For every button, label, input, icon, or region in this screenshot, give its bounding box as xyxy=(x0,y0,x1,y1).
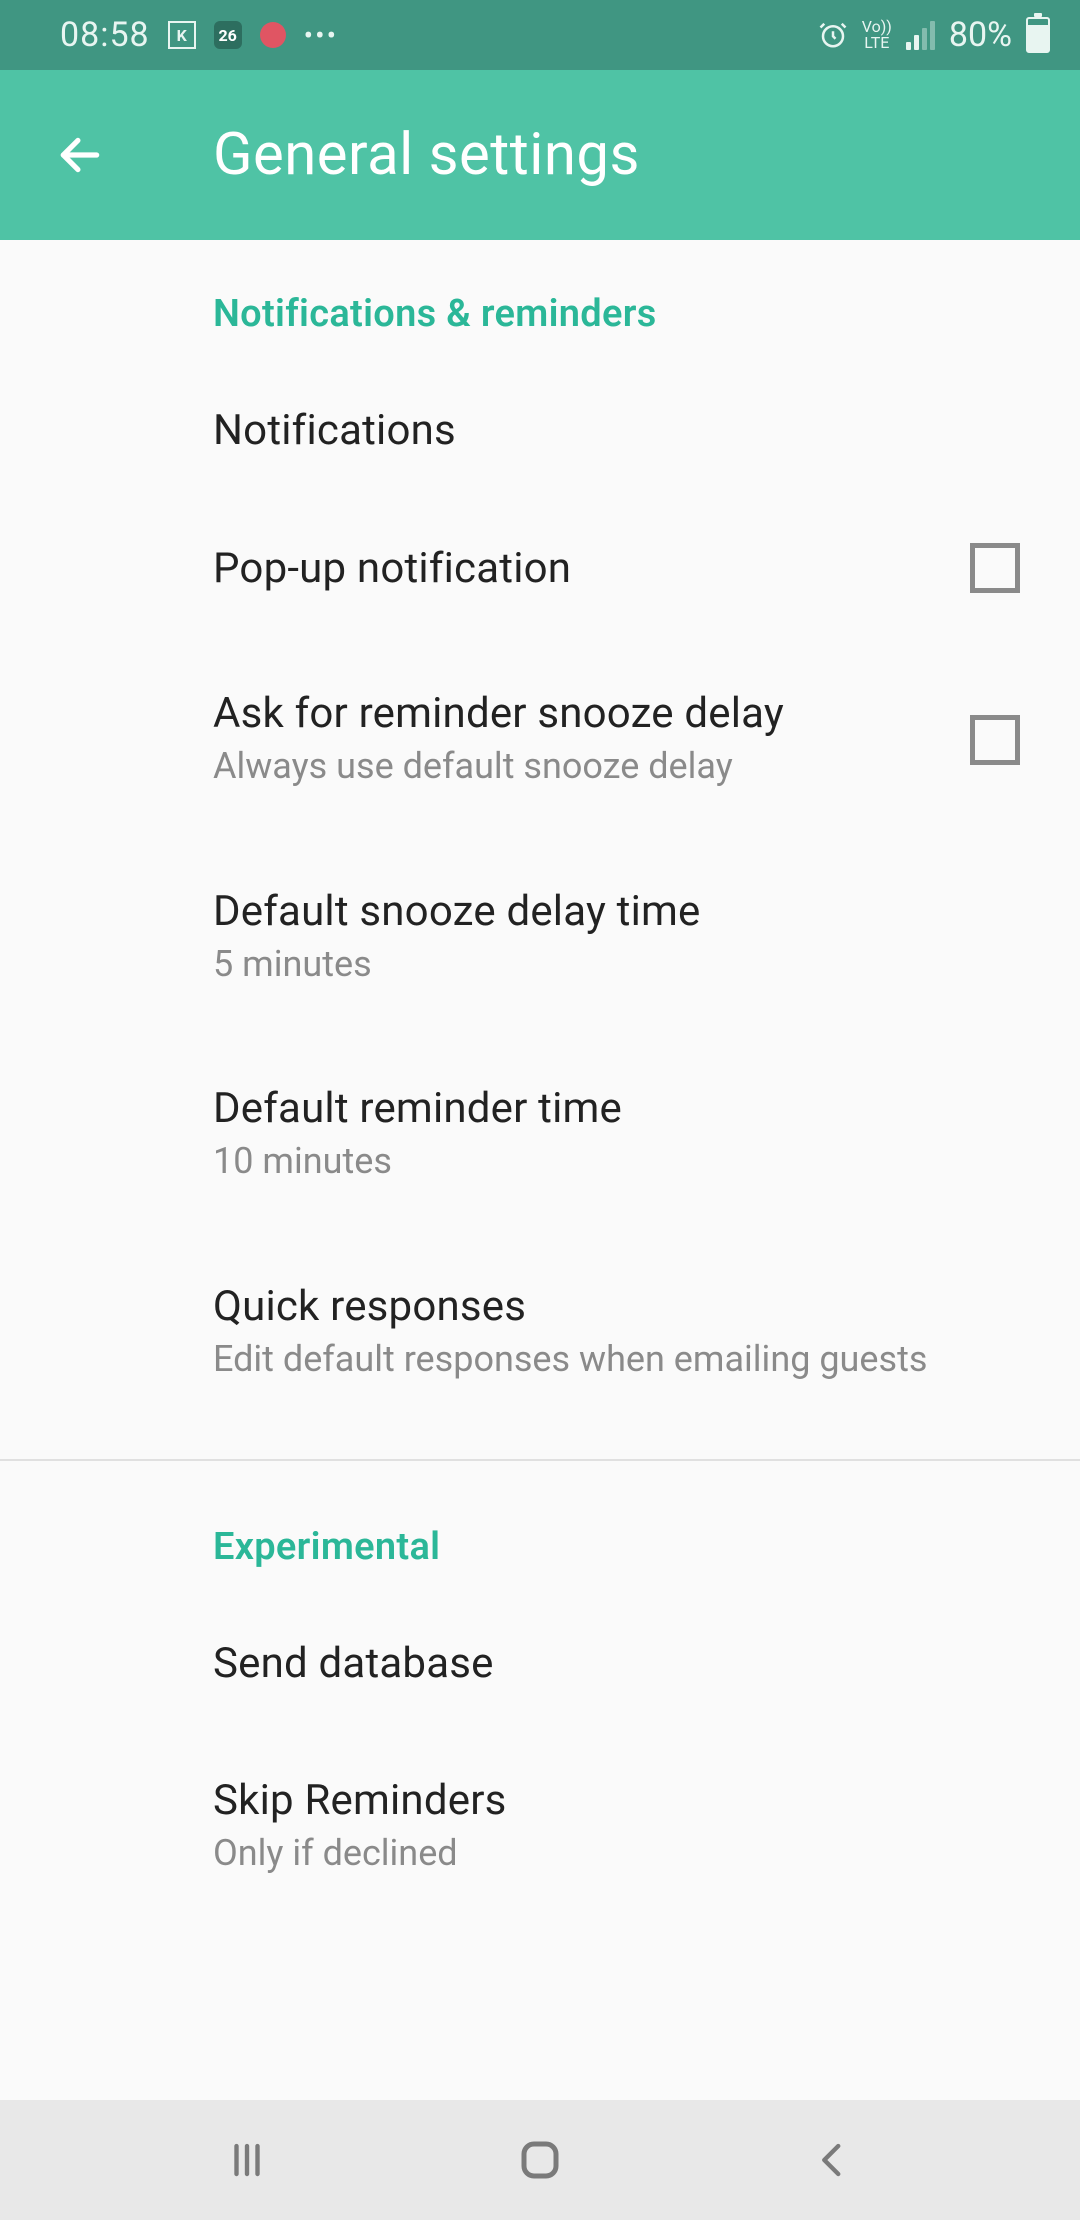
section-header-experimental: Experimental xyxy=(0,1525,1080,1569)
pref-subtitle: Only if declined xyxy=(213,1829,980,1878)
pref-title: Pop-up notification xyxy=(213,544,930,593)
volte-icon: Vo)) LTE xyxy=(862,19,892,51)
pref-quick-responses[interactable]: Quick responses Edit default responses w… xyxy=(0,1234,1080,1442)
page-title: General settings xyxy=(213,121,640,189)
battery-icon xyxy=(1026,17,1050,53)
back-button[interactable] xyxy=(803,2130,863,2190)
signal-icon xyxy=(906,20,935,50)
pref-skip-reminders[interactable]: Skip Reminders Only if declined xyxy=(0,1728,1080,1878)
pref-title: Notifications xyxy=(213,406,980,455)
status-left: 08:58 K 26 ••• xyxy=(60,15,338,55)
pref-title: Ask for reminder snooze delay xyxy=(213,689,930,738)
pref-subtitle: Always use default snooze delay xyxy=(213,742,930,791)
pref-title: Default reminder time xyxy=(213,1084,980,1133)
pref-send-database[interactable]: Send database xyxy=(0,1569,1080,1728)
pref-default-snooze-delay[interactable]: Default snooze delay time 5 minutes xyxy=(0,839,1080,1037)
recents-button[interactable] xyxy=(217,2130,277,2190)
pref-ask-snooze-delay[interactable]: Ask for reminder snooze delay Always use… xyxy=(0,641,1080,839)
calendar-day-icon: 26 xyxy=(214,21,242,49)
pref-notifications[interactable]: Notifications xyxy=(0,336,1080,495)
more-notifications-icon: ••• xyxy=(304,19,338,52)
home-button[interactable] xyxy=(510,2130,570,2190)
system-navigation-bar xyxy=(0,2100,1080,2220)
pref-title: Quick responses xyxy=(213,1282,980,1331)
status-right: Vo)) LTE 80% xyxy=(818,15,1050,55)
back-arrow-icon[interactable] xyxy=(55,130,105,180)
pref-subtitle: Edit default responses when emailing gue… xyxy=(213,1335,980,1384)
pref-popup-notification[interactable]: Pop-up notification xyxy=(0,495,1080,641)
checkbox-popup[interactable] xyxy=(970,543,1020,593)
pref-subtitle: 5 minutes xyxy=(213,940,980,989)
checkbox-ask-snooze[interactable] xyxy=(970,715,1020,765)
pref-title: Skip Reminders xyxy=(213,1776,980,1825)
settings-content: Notifications & reminders Notifications … xyxy=(0,240,1080,1878)
battery-percent: 80% xyxy=(949,15,1012,55)
pref-subtitle: 10 minutes xyxy=(213,1137,980,1186)
recording-icon xyxy=(260,22,286,48)
status-time: 08:58 xyxy=(60,15,150,55)
section-header-notifications: Notifications & reminders xyxy=(0,246,1080,336)
alarm-icon xyxy=(818,20,848,50)
app-indicator-icon: K xyxy=(168,21,196,49)
pref-title: Default snooze delay time xyxy=(213,887,980,936)
pref-title: Send database xyxy=(213,1639,980,1688)
pref-default-reminder-time[interactable]: Default reminder time 10 minutes xyxy=(0,1036,1080,1234)
app-bar: General settings xyxy=(0,70,1080,240)
status-bar: 08:58 K 26 ••• Vo)) LTE 80% xyxy=(0,0,1080,70)
